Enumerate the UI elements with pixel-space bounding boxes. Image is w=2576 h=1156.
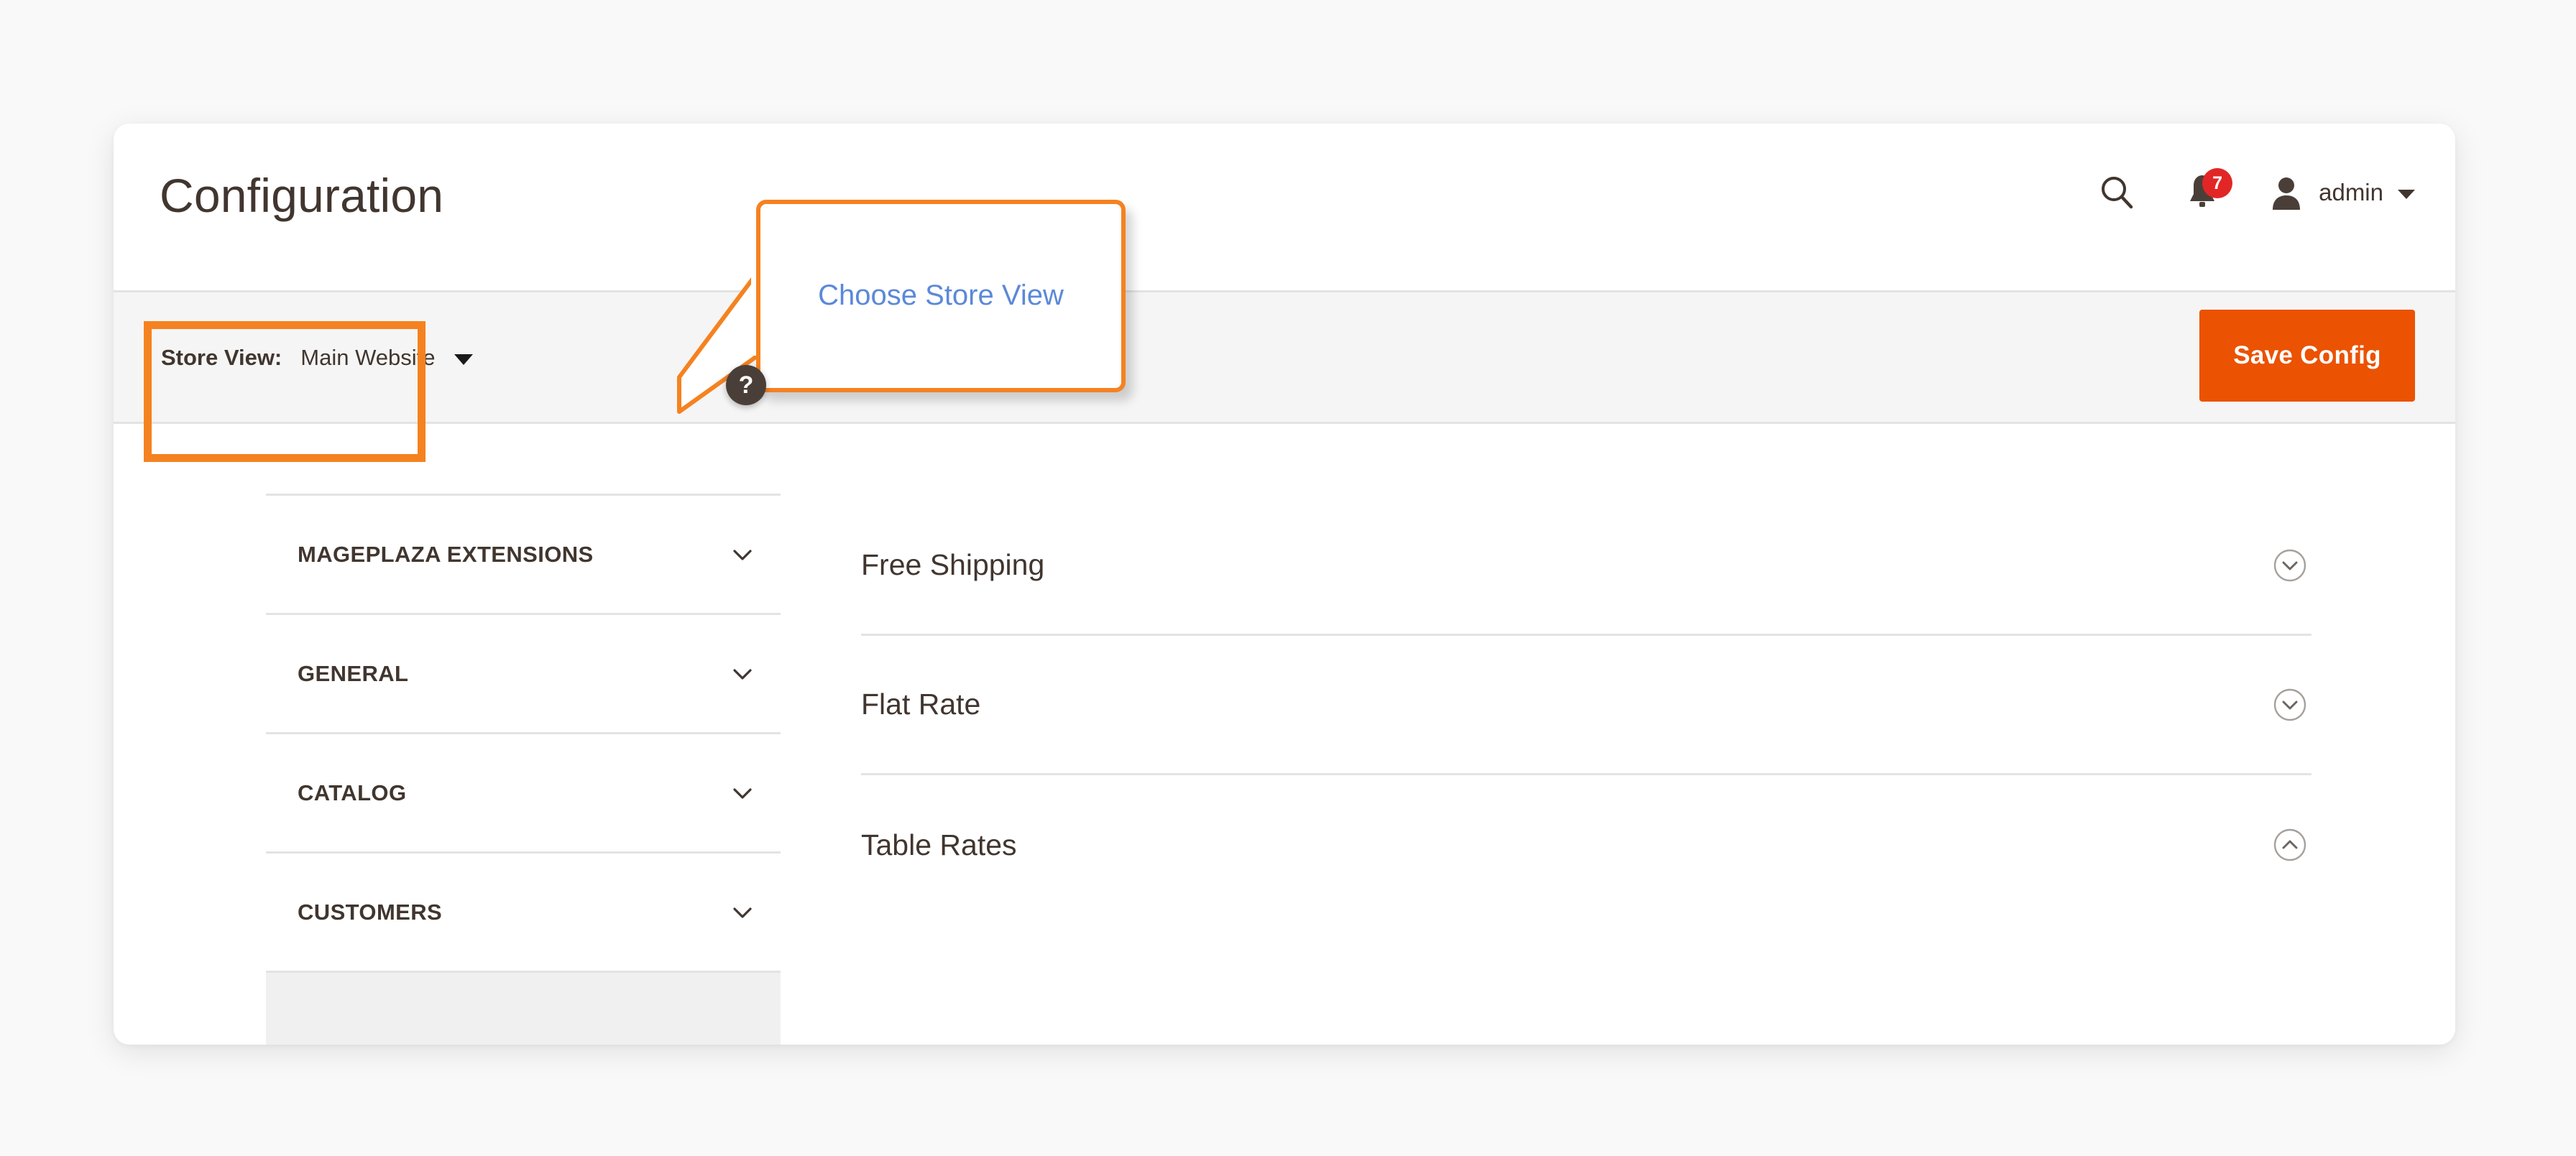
section-table-rates[interactable]: Table Rates <box>861 775 2312 915</box>
chevron-down-icon <box>730 900 755 925</box>
store-view-label: Store View: <box>161 345 282 370</box>
section-flat-rate[interactable]: Flat Rate <box>861 636 2312 775</box>
save-config-button[interactable]: Save Config <box>2199 310 2415 402</box>
sidebar-item-partial[interactable] <box>266 973 781 1045</box>
search-icon[interactable] <box>2097 173 2136 212</box>
sidebar-item-label: CUSTOMERS <box>298 899 443 925</box>
sidebar-item-label: MAGEPLAZA EXTENSIONS <box>298 541 594 567</box>
configuration-sidebar: MAGEPLAZA EXTENSIONS GENERAL CATALOG CUS… <box>266 494 781 1045</box>
chevron-down-icon <box>730 542 755 567</box>
annotation-callout-text: Choose Store View <box>818 279 1064 312</box>
header-actions: 7 admin <box>2097 168 2415 213</box>
configuration-content: Free Shipping Flat Rate Table Rates <box>861 494 2312 1045</box>
section-title: Free Shipping <box>861 548 1045 581</box>
sidebar-item-general[interactable]: GENERAL <box>266 615 781 734</box>
configuration-page-card: Configuration 7 admin Store View: Main W… <box>114 124 2455 1045</box>
chevron-down-icon <box>2398 189 2415 199</box>
section-free-shipping[interactable]: Free Shipping <box>861 496 2312 636</box>
annotation-callout: Choose Store View <box>756 200 1126 392</box>
store-view-value[interactable]: Main Website <box>300 345 435 371</box>
chevron-down-icon <box>730 662 755 686</box>
configuration-body: MAGEPLAZA EXTENSIONS GENERAL CATALOG CUS… <box>114 426 2455 1045</box>
section-title: Flat Rate <box>861 688 981 721</box>
section-title: Table Rates <box>861 828 1017 861</box>
chevron-down-circle-icon[interactable] <box>2273 688 2307 722</box>
notifications-button[interactable]: 7 <box>2184 168 2233 213</box>
chevron-down-circle-icon[interactable] <box>2273 548 2307 583</box>
sidebar-item-label: CATALOG <box>298 780 407 805</box>
page-header: Configuration 7 admin <box>114 124 2455 290</box>
help-question-icon[interactable]: ? <box>726 365 766 405</box>
user-avatar-icon <box>2273 177 2301 210</box>
sidebar-item-label: GENERAL <box>298 660 409 686</box>
page-title: Configuration <box>160 169 444 222</box>
sidebar-item-customers[interactable]: CUSTOMERS <box>266 854 781 973</box>
user-menu[interactable]: admin <box>2268 174 2415 211</box>
chevron-down-icon <box>730 781 755 805</box>
sidebar-item-mageplaza-extensions[interactable]: MAGEPLAZA EXTENSIONS <box>266 496 781 615</box>
chevron-down-icon <box>454 354 473 365</box>
sidebar-item-catalog[interactable]: CATALOG <box>266 734 781 854</box>
notification-count-badge: 7 <box>2202 168 2233 198</box>
store-switcher-bar: Store View: Main Website Save Config <box>114 290 2455 424</box>
user-name-label: admin <box>2319 179 2383 205</box>
chevron-up-circle-icon[interactable] <box>2273 828 2307 862</box>
store-view-switcher[interactable]: Store View: Main Website <box>144 313 489 403</box>
